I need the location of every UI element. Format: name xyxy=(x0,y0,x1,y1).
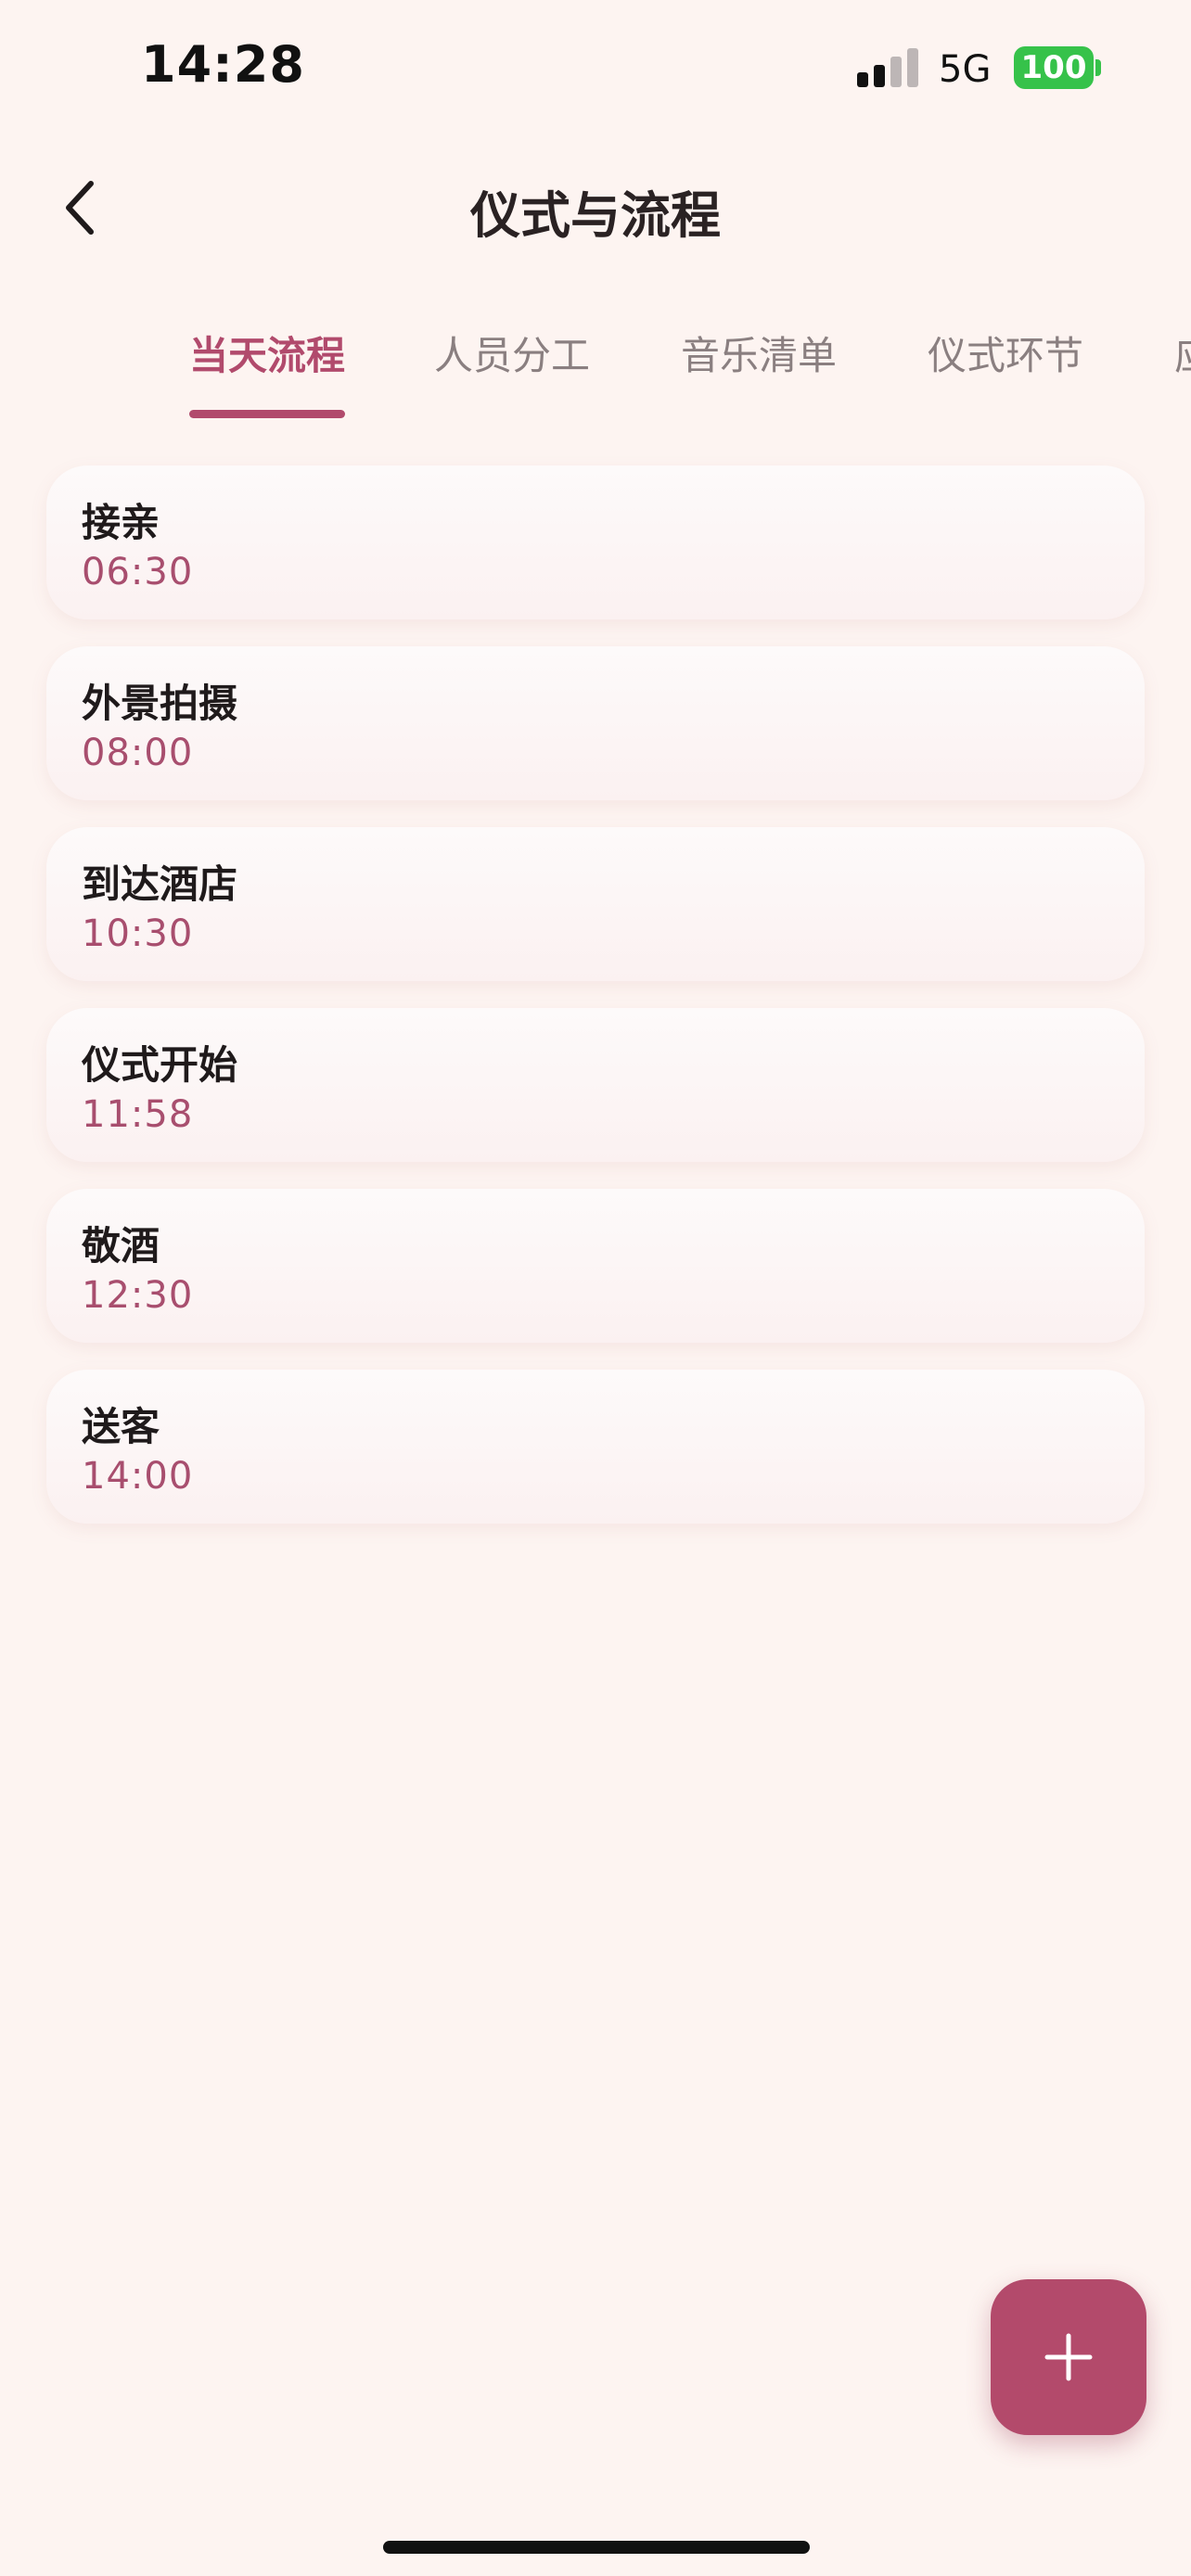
schedule-item-time: 11:58 xyxy=(82,1093,194,1136)
home-indicator[interactable] xyxy=(383,2541,810,2554)
schedule-item-time: 10:30 xyxy=(82,912,194,955)
battery-icon: 100 xyxy=(1014,46,1094,89)
schedule-item-title: 敬酒 xyxy=(82,1223,160,1269)
page-title: 仪式与流程 xyxy=(470,186,721,245)
schedule-item-time: 12:30 xyxy=(82,1274,194,1317)
battery-level: 100 xyxy=(1020,49,1087,86)
network-label: 5G xyxy=(939,48,992,91)
status-time: 14:28 xyxy=(141,35,305,94)
signal-icon xyxy=(857,48,920,87)
schedule-list: 接亲 06:30 外景拍摄 08:00 到达酒店 10:30 仪式开始 11:5… xyxy=(46,465,1145,1550)
battery-tip xyxy=(1095,59,1101,76)
tab-more[interactable]: 应 xyxy=(1174,325,1191,381)
schedule-item-title: 送客 xyxy=(82,1404,160,1449)
add-button[interactable] xyxy=(991,2279,1146,2435)
tab-day-schedule[interactable]: 当天流程 xyxy=(189,325,345,381)
schedule-item[interactable]: 敬酒 12:30 xyxy=(46,1189,1145,1343)
tab-bar: 当天流程 人员分工 音乐清单 仪式环节 应 xyxy=(0,306,1191,427)
tab-music-list[interactable]: 音乐清单 xyxy=(681,325,837,381)
tab-ceremony-segments[interactable]: 仪式环节 xyxy=(928,325,1083,381)
tab-staff-roles[interactable]: 人员分工 xyxy=(434,325,590,381)
schedule-item[interactable]: 外景拍摄 08:00 xyxy=(46,646,1145,800)
schedule-item[interactable]: 仪式开始 11:58 xyxy=(46,1008,1145,1162)
schedule-item-title: 仪式开始 xyxy=(82,1042,238,1088)
schedule-item-time: 06:30 xyxy=(82,551,194,593)
active-tab-indicator xyxy=(189,410,345,418)
schedule-item-title: 接亲 xyxy=(82,500,160,545)
schedule-item-title: 到达酒店 xyxy=(82,861,238,907)
plus-icon xyxy=(1044,2333,1093,2381)
schedule-item-time: 08:00 xyxy=(82,732,194,774)
schedule-item-time: 14:00 xyxy=(82,1455,194,1498)
schedule-item[interactable]: 接亲 06:30 xyxy=(46,465,1145,619)
page: 14:28 5G 100 仪式与流程 当天流程 人员分工 音乐清单 仪式环节 应… xyxy=(0,0,1191,2576)
schedule-item[interactable]: 到达酒店 10:30 xyxy=(46,827,1145,981)
status-bar: 14:28 5G 100 xyxy=(0,0,1191,139)
schedule-item[interactable]: 送客 14:00 xyxy=(46,1370,1145,1524)
schedule-item-title: 外景拍摄 xyxy=(82,681,238,726)
